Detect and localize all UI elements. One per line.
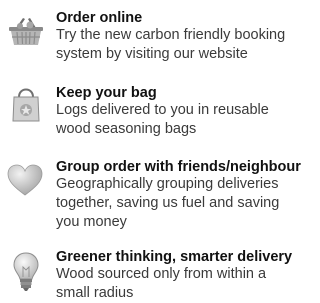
feature-title: Group order with friends/neighbour — [56, 159, 301, 175]
feature-text: Greener thinking, smarter delivery Wood … — [56, 249, 315, 303]
feature-description-line: you money — [56, 214, 127, 230]
feature-description-line: Geographically grouping deliveries — [56, 176, 279, 192]
feature-description-line: small radius — [56, 285, 134, 301]
heart-icon — [6, 163, 46, 203]
feature-title: Order online — [56, 10, 143, 26]
feature-text: Order online Try the new carbon friendly… — [56, 10, 315, 64]
feature-description-line: Try the new carbon friendly booking — [56, 27, 286, 43]
feature-list: Order online Try the new carbon friendly… — [0, 0, 315, 303]
feature-title: Greener thinking, smarter delivery — [56, 249, 293, 265]
feature-description-line: system by visiting our website — [56, 46, 248, 62]
lightbulb-icon — [12, 251, 52, 291]
feature-text: Group order with friends/neighbour Geogr… — [56, 159, 315, 232]
feature-description-line: wood seasoning bags — [56, 121, 197, 137]
feature-title: Keep your bag — [56, 85, 157, 101]
bag-icon — [10, 83, 50, 123]
feature-text: Keep your bag Logs delivered to you in r… — [56, 85, 315, 139]
feature-description-line: together, saving us fuel and saving — [56, 195, 280, 211]
feature-description-line: Logs delivered to you in reusable — [56, 102, 269, 118]
feature-description-line: Wood sourced only from within a — [56, 266, 267, 282]
basket-icon — [6, 14, 46, 54]
